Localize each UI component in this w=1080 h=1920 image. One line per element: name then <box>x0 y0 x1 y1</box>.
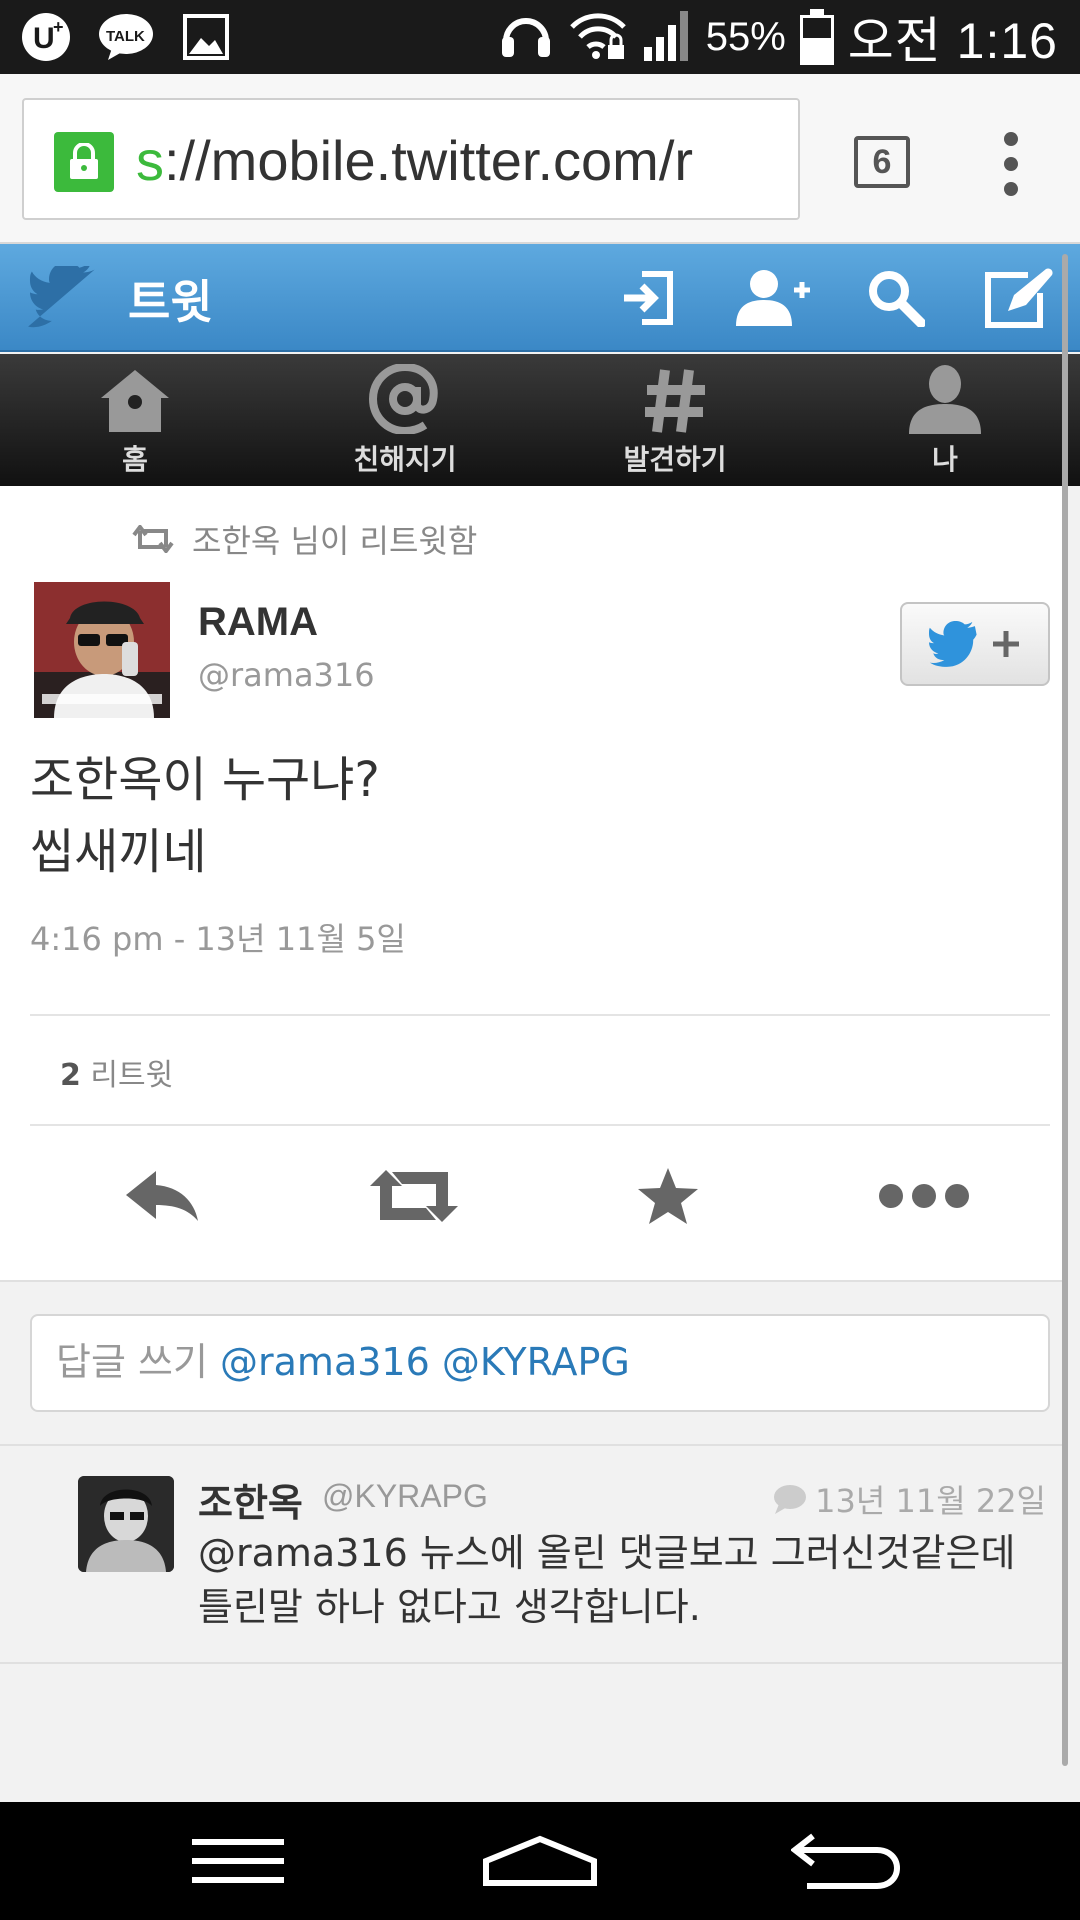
profile-icon <box>907 354 983 436</box>
tweet-detail: 조한옥 님이 리트윗함 RAMA @rama316 조한옥이 누구냐? 씹새끼네… <box>0 486 1064 1280</box>
nav-label-home: 홈 <box>122 443 148 476</box>
reply-text: @rama316 뉴스에 올린 댓글보고 그러신것같은데 틀린말 하나 없다고 … <box>198 1531 1016 1629</box>
reply-placeholder: 답글 쓰기 <box>56 1340 208 1384</box>
retweet-note: 조한옥 님이 리트윗함 <box>132 516 477 562</box>
home-icon <box>99 354 171 436</box>
tab-switcher-button[interactable]: 6 <box>854 136 910 188</box>
author-handle[interactable]: @rama316 <box>198 656 375 694</box>
add-user-icon[interactable] <box>732 264 812 332</box>
twitter-bird-icon[interactable] <box>28 262 98 334</box>
nav-label-me: 나 <box>932 443 958 476</box>
svg-text:+: + <box>53 17 64 37</box>
home-button-icon[interactable] <box>470 1824 610 1898</box>
svg-text:U: U <box>33 22 55 55</box>
reply-mentions: @rama316 @KYRAPG <box>220 1340 630 1384</box>
url-text: s://mobile.twitter.com/r <box>136 128 693 193</box>
reply-author-name[interactable]: 조한옥 <box>198 1472 303 1527</box>
reply-avatar[interactable] <box>78 1476 174 1572</box>
reply-date-text: 13년 11월 22일 <box>815 1482 1046 1520</box>
compose-icon[interactable] <box>980 264 1060 332</box>
reply-compose-area: 답글 쓰기 @rama316 @KYRAPG <box>0 1280 1064 1444</box>
nav-label-discover: 발견하기 <box>623 443 727 476</box>
signal-icon <box>642 7 692 67</box>
talk-label: TALK <box>106 28 145 45</box>
author-avatar[interactable] <box>34 582 170 718</box>
tweet-text-line1: 조한옥이 누구냐? <box>30 752 380 808</box>
nav-label-connect: 친해지기 <box>353 443 457 476</box>
search-icon[interactable] <box>856 264 936 332</box>
lock-icon <box>54 132 114 192</box>
nav-item-discover[interactable]: 발견하기 <box>540 354 810 486</box>
nav-item-home[interactable]: 홈 <box>0 354 270 486</box>
reply-author-handle[interactable]: @KYRAPG <box>322 1478 488 1515</box>
nav-item-connect[interactable]: 친해지기 <box>270 354 540 486</box>
plus-icon <box>993 631 1019 657</box>
at-icon <box>369 354 441 436</box>
tweet-actions <box>0 1146 1064 1246</box>
url-rest: ://mobile.twitter.com/r <box>164 129 694 192</box>
scrollbar[interactable] <box>1062 254 1068 1766</box>
favorite-star-icon[interactable] <box>608 1146 728 1246</box>
follow-button[interactable] <box>900 602 1050 686</box>
battery-percent: 55% <box>705 14 786 59</box>
overflow-menu-icon[interactable] <box>996 132 1026 196</box>
divider <box>30 1124 1050 1126</box>
follow-bird-icon <box>929 621 977 667</box>
reply-date: 13년 11월 22일 <box>773 1476 1046 1522</box>
menu-icon[interactable] <box>168 1824 308 1898</box>
back-icon[interactable] <box>776 1824 916 1898</box>
hashtag-icon <box>643 354 707 436</box>
system-nav-bar <box>0 1802 1080 1920</box>
speech-bubble-icon <box>774 1485 807 1514</box>
url-scheme: s <box>136 129 164 192</box>
battery-icon <box>799 9 834 65</box>
tweet-text: 조한옥이 누구냐? 씹새끼네 <box>30 744 380 888</box>
status-bar: U + TALK 55% 오전 1:16 <box>0 0 1080 74</box>
reply-tweet[interactable]: 조한옥 @KYRAPG 13년 11월 22일 @rama316 뉴스에 올린 … <box>0 1444 1064 1664</box>
retweet-icon[interactable] <box>354 1146 474 1246</box>
twitter-header: 트윗 <box>0 244 1080 352</box>
browser-toolbar: s://mobile.twitter.com/r 6 <box>0 74 1080 244</box>
clock: 오전 1:16 <box>847 13 1058 69</box>
headset-icon <box>498 7 554 67</box>
page-title: 트윗 <box>128 275 213 329</box>
retweet-small-icon <box>132 525 174 553</box>
retweeted-by-text: 조한옥 님이 리트윗함 <box>192 522 478 560</box>
retweet-count[interactable]: 2 리트윗 <box>60 1050 173 1094</box>
reply-icon[interactable] <box>102 1146 222 1246</box>
reply-input[interactable]: 답글 쓰기 @rama316 @KYRAPG <box>30 1314 1050 1412</box>
more-options-icon[interactable] <box>864 1146 984 1246</box>
tweet-text-line2: 씹새끼네 <box>30 824 207 880</box>
sign-in-icon[interactable] <box>608 264 688 332</box>
main-nav: 홈 친해지기 발견하기 나 <box>0 354 1080 486</box>
wifi-lock-icon <box>568 7 628 67</box>
kakaotalk-icon: TALK <box>98 10 154 64</box>
nav-item-me[interactable]: 나 <box>810 354 1080 486</box>
retweet-count-label: 리트윗 <box>90 1058 174 1093</box>
tweet-timestamp: 4:16 pm - 13년 11월 5일 <box>30 920 406 958</box>
divider <box>30 1014 1050 1016</box>
author-name[interactable]: RAMA <box>198 600 318 645</box>
uplus-icon: U + <box>18 10 74 64</box>
gallery-icon <box>178 10 234 64</box>
url-bar[interactable]: s://mobile.twitter.com/r <box>22 98 800 220</box>
retweet-count-number: 2 <box>60 1058 81 1093</box>
